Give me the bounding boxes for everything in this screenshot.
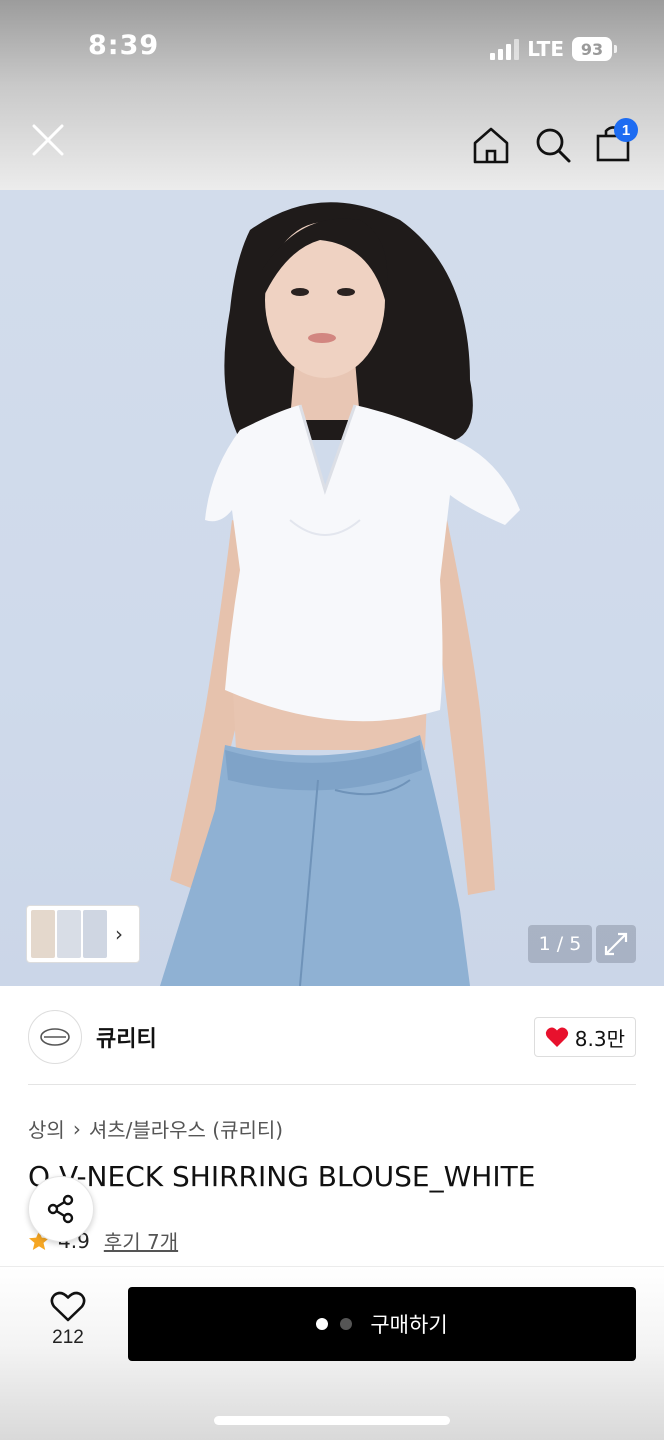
network-label: LTE xyxy=(527,37,564,61)
bottom-purchase-bar: 212 구매하기 xyxy=(0,1267,664,1440)
expand-button[interactable] xyxy=(596,925,636,963)
product-detail-page: 8:39 LTE 93 1 › 1 / 5 큐리티 8.3만 상의 › 셔츠/블… xyxy=(0,0,664,1440)
heart-outline-icon xyxy=(50,1291,86,1322)
search-icon xyxy=(536,128,571,163)
breadcrumb-separator: › xyxy=(72,1116,81,1141)
brand-logo[interactable] xyxy=(28,1010,82,1064)
image-counter: 1 / 5 xyxy=(528,925,592,963)
share-button[interactable] xyxy=(28,1176,94,1242)
wishlist-button[interactable]: 212 xyxy=(28,1291,108,1367)
thumbnail-image xyxy=(31,910,55,958)
home-indicator[interactable] xyxy=(214,1416,450,1425)
chevron-right-icon: › xyxy=(115,922,123,946)
review-link[interactable]: 후기 7개 xyxy=(104,1226,178,1255)
brand-like-button[interactable]: 8.3만 xyxy=(533,1017,636,1057)
top-header: 8:39 LTE 93 1 xyxy=(0,0,664,190)
divider xyxy=(28,1084,636,1085)
product-image-gallery[interactable]: › 1 / 5 xyxy=(0,190,664,986)
brand-row: 큐리티 8.3만 xyxy=(28,1010,636,1064)
product-title: Q V-NECK SHIRRING BLOUSE_WHITE xyxy=(28,1160,536,1193)
signal-icon xyxy=(490,38,520,60)
search-button[interactable] xyxy=(532,124,574,166)
buy-button[interactable]: 구매하기 xyxy=(128,1287,636,1361)
loading-dot xyxy=(316,1318,329,1330)
thumbnail-strip-button[interactable]: › xyxy=(26,905,140,963)
battery-icon: 93 xyxy=(572,37,617,61)
breadcrumb-item-category[interactable]: 셔츠/블라우스 (큐리티) xyxy=(89,1114,283,1143)
status-time: 8:39 xyxy=(88,30,160,61)
brand-name[interactable]: 큐리티 xyxy=(96,1021,157,1053)
brand-like-count: 8.3만 xyxy=(574,1026,625,1051)
cart-count-badge: 1 xyxy=(614,118,638,142)
thumbnail-image xyxy=(57,910,81,958)
cart-button[interactable]: 1 xyxy=(592,118,638,166)
buy-button-label: 구매하기 xyxy=(370,1314,448,1337)
home-icon xyxy=(473,127,509,164)
breadcrumb: 상의 › 셔츠/블라우스 (큐리티) xyxy=(28,1114,283,1143)
home-button[interactable] xyxy=(470,124,512,166)
close-icon xyxy=(32,124,64,156)
loading-dot xyxy=(340,1318,353,1330)
heart-filled-icon xyxy=(545,1027,568,1047)
share-icon xyxy=(47,1194,74,1224)
close-button[interactable] xyxy=(26,118,70,162)
expand-icon xyxy=(604,932,628,956)
product-photo xyxy=(160,202,520,986)
status-icons: LTE 93 xyxy=(490,36,617,62)
battery-level: 93 xyxy=(580,39,604,59)
breadcrumb-item-top[interactable]: 상의 xyxy=(28,1114,65,1143)
brand-logo-icon xyxy=(40,1028,70,1046)
thumbnail-image xyxy=(83,910,107,958)
wishlist-count: 212 xyxy=(52,1327,84,1348)
